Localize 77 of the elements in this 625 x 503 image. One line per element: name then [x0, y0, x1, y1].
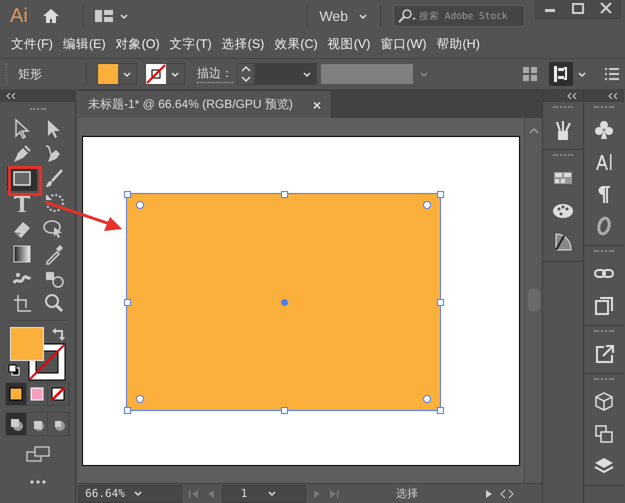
align-button[interactable]	[549, 62, 573, 86]
layout-icon[interactable]	[94, 10, 113, 22]
collapse-icon[interactable]	[567, 93, 577, 99]
swap-arrow-icon[interactable]	[52, 327, 66, 341]
menu-item[interactable]: 文件(F)	[6, 36, 58, 52]
tool-name-label: 矩形	[18, 66, 42, 82]
selection-handle[interactable]	[280, 191, 288, 198]
app-logo: Ai	[10, 4, 28, 28]
export-icon[interactable]	[593, 343, 615, 365]
scroll-up-icon[interactable]	[529, 128, 539, 134]
collapse-icon[interactable]	[6, 93, 16, 99]
search-field[interactable]: 搜索 Adobe Stock	[393, 5, 525, 27]
color-swatch-icon	[8, 386, 24, 402]
corner-widget[interactable]	[136, 395, 144, 404]
no-stroke-swatch-icon[interactable]	[28, 343, 66, 381]
corner-widget[interactable]	[136, 200, 144, 209]
menu-item[interactable]: 帮助(H)	[432, 36, 485, 52]
chevron-down-icon	[419, 70, 429, 78]
close-tab-button[interactable]: ×	[312, 96, 322, 112]
grid-icon[interactable]	[523, 67, 537, 81]
play-icon[interactable]	[484, 488, 494, 498]
menu-item[interactable]: 窗口(W)	[375, 36, 432, 52]
page-field[interactable]: 1	[222, 484, 306, 502]
menu-item[interactable]: 对象(O)	[110, 36, 165, 52]
screen-mode-icon[interactable]	[26, 446, 50, 462]
color-mode-button[interactable]	[6, 383, 27, 405]
chevron-down-icon	[170, 70, 180, 78]
stroke-label[interactable]: 描边：	[197, 65, 233, 83]
selection-handle[interactable]	[124, 407, 131, 414]
no-stroke-icon	[146, 64, 166, 84]
chevron-down-icon[interactable]	[118, 12, 129, 20]
list-icon[interactable]	[605, 68, 619, 80]
zoom-field[interactable]: 66.64%	[78, 484, 182, 502]
stroke-weight-field[interactable]	[255, 63, 317, 85]
center-point	[280, 299, 288, 306]
selection-handle[interactable]	[437, 407, 444, 414]
default-colors-icon[interactable]	[8, 364, 20, 376]
selection-handle[interactable]	[124, 191, 131, 198]
home-icon[interactable]	[42, 8, 60, 24]
workspace-dropdown[interactable]: Web	[319, 8, 368, 24]
menu-item[interactable]: 效果(C)	[269, 36, 323, 52]
menu-item[interactable]: 视图(V)	[322, 36, 376, 52]
more-icon[interactable]	[30, 480, 46, 484]
menu-item[interactable]: 文字(T)	[164, 36, 217, 52]
chevron-down-icon[interactable]	[577, 70, 587, 78]
club-icon[interactable]	[593, 119, 615, 141]
chevron-down-icon	[267, 489, 277, 498]
corner-widget[interactable]	[423, 395, 432, 404]
none-swatch-icon	[50, 386, 66, 402]
selection-handle[interactable]	[437, 191, 444, 198]
overlap-icon	[8, 416, 24, 432]
stroke-color-dropdown[interactable]	[145, 63, 185, 85]
highlight-box	[8, 166, 42, 196]
selection-handle[interactable]	[280, 407, 288, 414]
selection-handle[interactable]	[437, 299, 444, 306]
draw-normal-button[interactable]	[6, 413, 27, 435]
corner-widget[interactable]	[423, 200, 432, 209]
cube-icon[interactable]	[593, 391, 615, 413]
selection-handle[interactable]	[124, 299, 131, 306]
document-tab[interactable]: 未标题-1* @ 66.64% (RGB/GPU 预览) ×	[78, 91, 332, 118]
fill-swatch[interactable]	[10, 327, 44, 361]
chevron-down-icon	[302, 70, 312, 78]
artboards-icon[interactable]	[593, 295, 615, 317]
chevron-down-icon	[122, 70, 132, 78]
code-brackets-icon[interactable]	[500, 488, 514, 498]
vertical-scrollbar[interactable]	[524, 118, 542, 483]
align-icon	[554, 66, 568, 82]
menu-item[interactable]: 编辑(E)	[58, 36, 111, 52]
chevron-down-icon	[133, 489, 143, 498]
menu-item[interactable]: 选择(S)	[216, 36, 270, 52]
collapse-icon[interactable]	[608, 93, 618, 99]
stacked-squares-icon[interactable]	[593, 423, 615, 445]
chevron-down-icon	[358, 12, 368, 20]
document-title: 未标题-1* @ 66.64% (RGB/GPU 预览)	[88, 96, 293, 113]
status-tool-name: 选择	[396, 487, 418, 501]
fill-color-dropdown[interactable]	[97, 63, 137, 85]
gradient-swatch-icon	[29, 386, 45, 402]
